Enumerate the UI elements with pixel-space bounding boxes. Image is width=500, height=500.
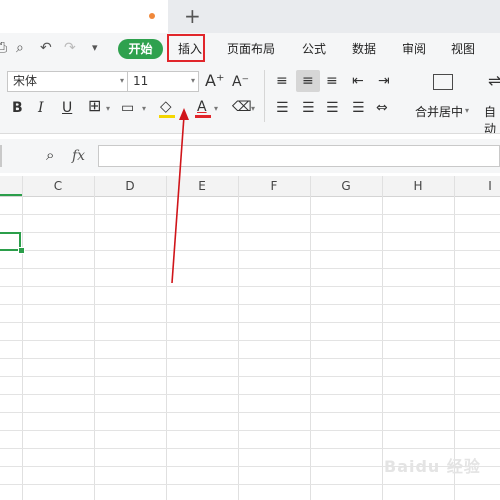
watermark: Baidu 经验 [384,457,481,476]
arrow-head-icon [179,108,189,120]
annotation-arrow [171,108,189,284]
arrow-line [171,115,185,284]
